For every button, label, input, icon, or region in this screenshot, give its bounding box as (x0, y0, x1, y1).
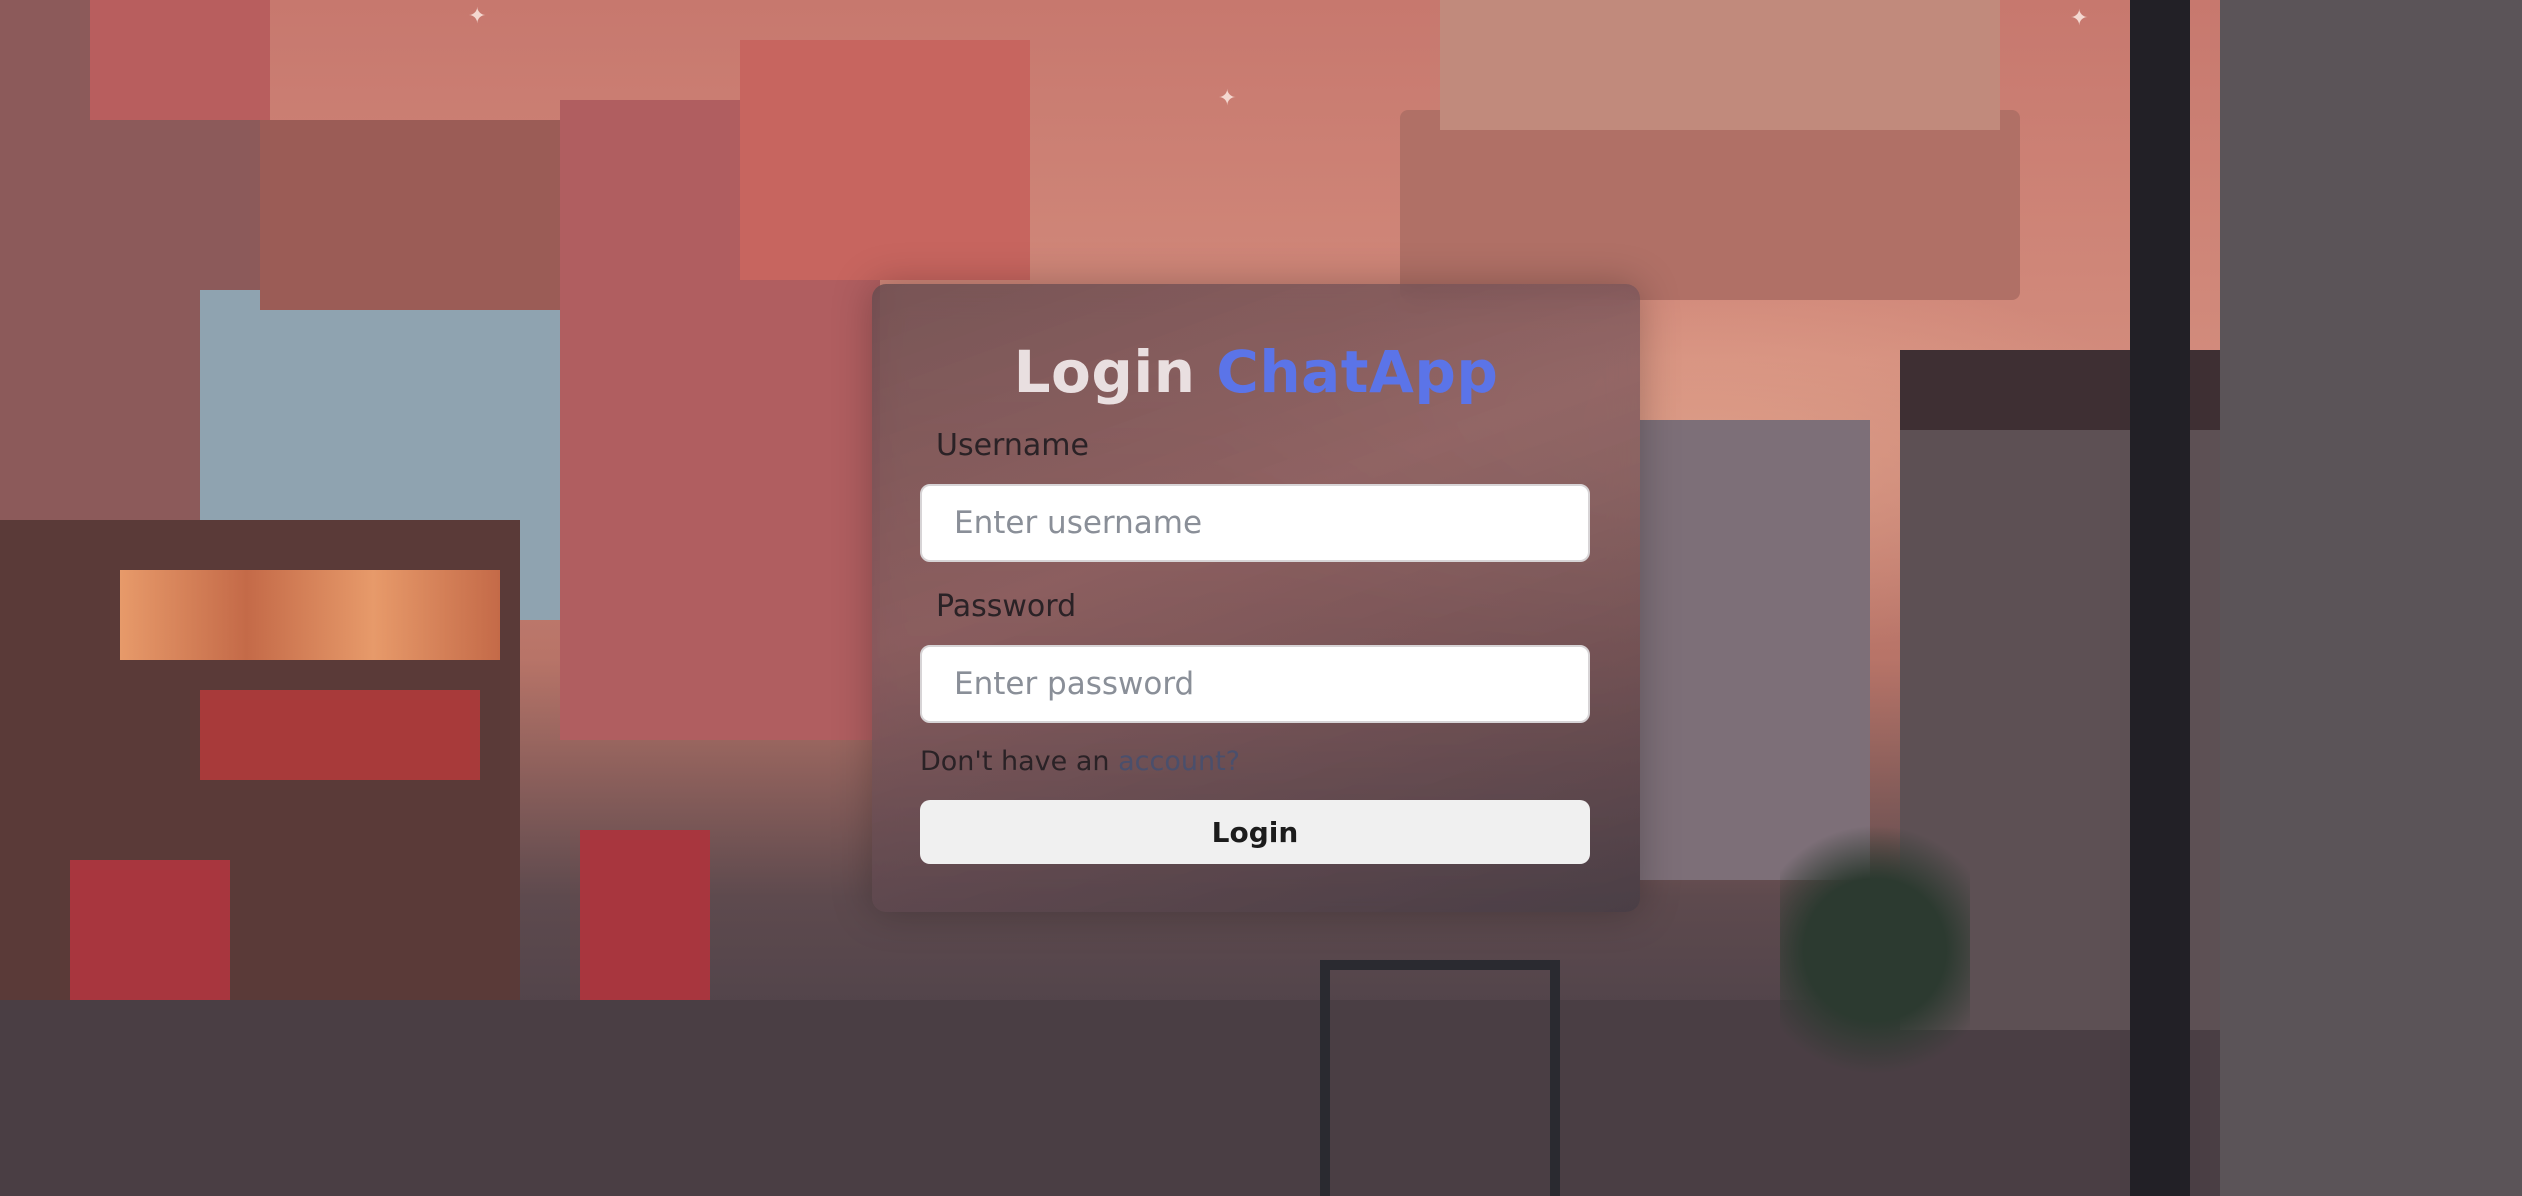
password-input[interactable] (920, 645, 1590, 723)
floating-building (1400, 110, 2020, 300)
password-label: Password (936, 589, 1077, 624)
star-icon: ✦ (1218, 86, 1237, 111)
building (2220, 0, 2522, 1196)
title-prefix: Login (1013, 338, 1196, 406)
plant (1780, 800, 1970, 1100)
login-title: Login ChatApp (872, 338, 1640, 406)
roof (1900, 350, 2260, 430)
star-icon: ✦ (468, 4, 487, 29)
username-label: Username (936, 428, 1089, 463)
signup-prompt: Don't have an account? (920, 746, 1240, 777)
railing (1320, 960, 1560, 1196)
pole (2130, 0, 2190, 1196)
lantern-row (120, 570, 500, 660)
username-input[interactable] (920, 484, 1590, 562)
login-card: Login ChatApp Username Password Don't ha… (872, 284, 1640, 912)
building (740, 40, 1030, 280)
floating-building-top (1440, 0, 2000, 130)
brand-name: ChatApp (1216, 338, 1499, 406)
awning (200, 690, 480, 780)
signup-prompt-text: Don't have an (920, 746, 1119, 777)
star-icon: ✦ (2070, 6, 2089, 31)
building (90, 0, 270, 120)
login-button[interactable]: Login (920, 800, 1590, 864)
vending-machine (580, 830, 710, 1020)
signup-link[interactable]: account? (1118, 746, 1240, 777)
building (260, 120, 580, 310)
